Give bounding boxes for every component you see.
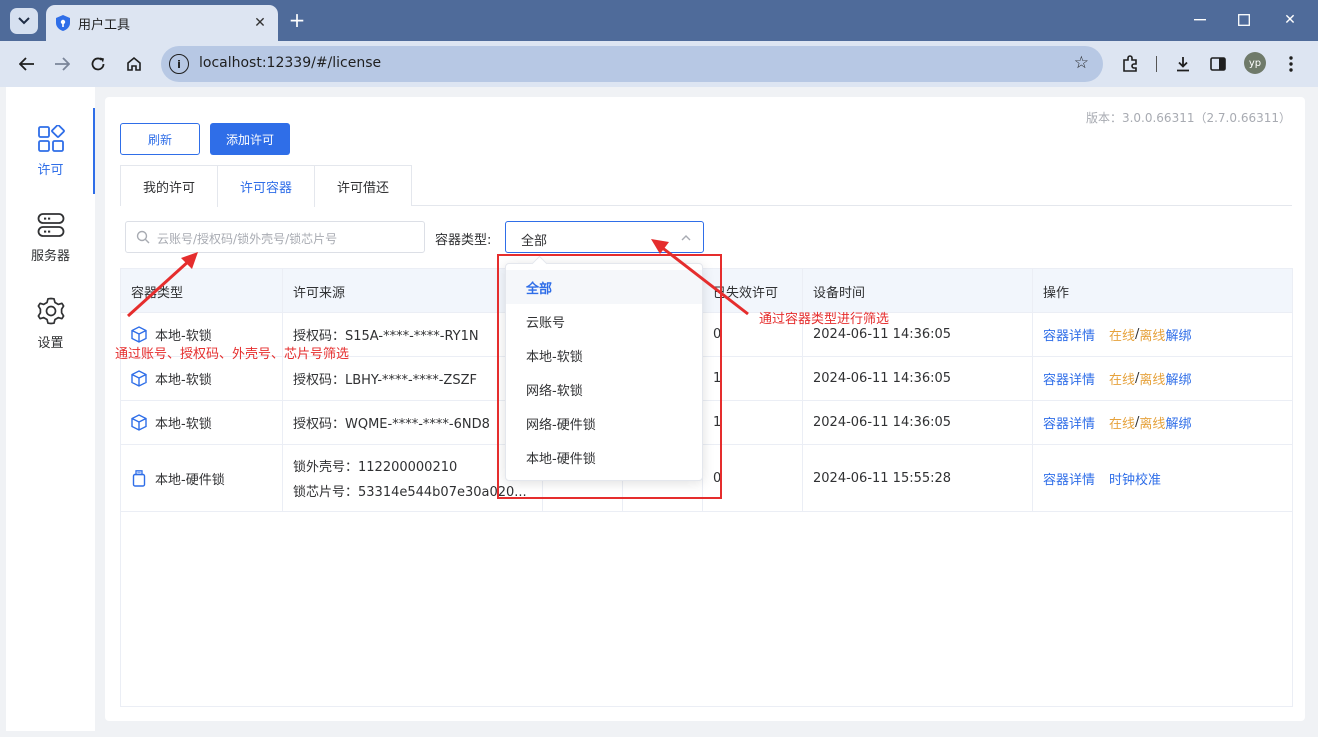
offline-link[interactable]: 离线	[1139, 369, 1165, 388]
unbind-link[interactable]: 解绑	[1165, 325, 1191, 344]
sidebar-item-license[interactable]: 许可	[6, 108, 95, 194]
clock-calibrate-link[interactable]: 时钟校准	[1109, 469, 1161, 488]
column-header-time: 设备时间	[803, 269, 1033, 313]
search-icon	[136, 230, 150, 244]
annotation-search-note: 通过账号、授权码、外壳号、芯片号筛选	[115, 347, 350, 362]
profile-avatar[interactable]: yp	[1244, 52, 1266, 74]
browser-tab-bar: 用户工具 ✕ + ✕	[0, 0, 1318, 41]
tab-license-borrow[interactable]: 许可借还	[314, 165, 412, 206]
online-link[interactable]: 在线	[1109, 325, 1135, 344]
container-type-label: 容器类型:	[435, 233, 492, 248]
type-text: 本地-软锁	[155, 417, 212, 432]
home-icon[interactable]	[122, 52, 146, 76]
shell-number-text: 锁外壳号：112200000210	[293, 460, 458, 475]
container-detail-link[interactable]: 容器详情	[1043, 469, 1095, 488]
gear-icon	[37, 297, 64, 324]
kebab-menu-icon[interactable]	[1279, 52, 1303, 76]
sidebar-item-label: 服务器	[30, 248, 70, 264]
version-text: 版本：3.0.0.66311（2.7.0.66311）	[1085, 111, 1291, 125]
tab-bar: 我的许可 许可容器 许可借还	[120, 165, 1292, 207]
sidebar-item-server[interactable]: 服务器	[6, 194, 95, 280]
usb-key-icon	[132, 469, 146, 487]
side-panel-icon[interactable]	[1206, 52, 1230, 76]
close-icon[interactable]: ✕	[250, 13, 270, 33]
cell-time: 2024-06-11 14:36:05	[803, 357, 1033, 400]
container-detail-link[interactable]: 容器详情	[1043, 413, 1095, 432]
cell-time: 2024-06-11 15:55:28	[803, 445, 1033, 511]
cell-type: 本地-硬件锁	[121, 445, 283, 511]
search-input[interactable]: 云账号/授权码/锁外壳号/锁芯片号	[125, 221, 425, 253]
sidebar-item-settings[interactable]: 设置	[6, 280, 95, 366]
sidebar-item-label: 许可	[37, 162, 64, 178]
chevron-down-icon	[18, 17, 30, 25]
site-info-icon[interactable]: i	[169, 54, 189, 74]
annotation-highlight-box	[497, 254, 722, 499]
container-type-select[interactable]: 全部	[505, 221, 704, 253]
cell-type: 本地-软锁	[121, 357, 283, 400]
browser-tab[interactable]: 用户工具 ✕	[46, 5, 278, 41]
add-license-button[interactable]: 添加许可	[210, 123, 290, 155]
browser-window: 用户工具 ✕ + ✕ i localhost:12339/#/license ☆	[0, 0, 1318, 737]
cube-icon	[131, 414, 147, 431]
browser-toolbar: i localhost:12339/#/license ☆ yp	[0, 41, 1318, 87]
sidebar: 许可 服务器 设置	[6, 87, 95, 731]
address-bar[interactable]: i localhost:12339/#/license ☆	[161, 46, 1103, 82]
apps-icon	[37, 124, 65, 152]
back-arrow-icon[interactable]	[15, 52, 39, 76]
type-text: 本地-软锁	[155, 329, 212, 344]
cell-time: 2024-06-11 14:36:05	[803, 401, 1033, 444]
type-text: 本地-硬件锁	[155, 472, 225, 488]
download-icon[interactable]	[1171, 52, 1195, 76]
forward-arrow-icon[interactable]	[50, 52, 74, 76]
offline-link[interactable]: 离线	[1139, 413, 1165, 432]
shield-icon	[56, 15, 70, 31]
bookmark-star-icon[interactable]: ☆	[1074, 53, 1089, 73]
column-header-type: 容器类型	[121, 269, 283, 313]
cell-ops: 容器详情 在线 / 离线 解绑	[1033, 401, 1292, 444]
cell-ops: 容器详情 在线 / 离线 解绑	[1033, 313, 1292, 356]
address-url: localhost:12339/#/license	[199, 55, 382, 71]
select-value: 全部	[521, 234, 548, 249]
search-placeholder: 云账号/授权码/锁外壳号/锁芯片号	[157, 232, 338, 246]
minimize-icon[interactable]	[1188, 8, 1212, 32]
tab-my-licenses[interactable]: 我的许可	[120, 165, 218, 206]
new-tab-button[interactable]: +	[286, 9, 308, 31]
sidebar-item-label: 设置	[37, 335, 64, 351]
online-link[interactable]: 在线	[1109, 369, 1135, 388]
type-text: 本地-软锁	[155, 373, 212, 388]
reload-icon[interactable]	[86, 52, 110, 76]
extensions-icon[interactable]	[1118, 52, 1142, 76]
offline-link[interactable]: 离线	[1139, 325, 1165, 344]
tab-title: 用户工具	[78, 17, 131, 33]
tab-license-containers[interactable]: 许可容器	[217, 165, 315, 207]
container-detail-link[interactable]: 容器详情	[1043, 369, 1095, 388]
cell-ops: 容器详情 时钟校准	[1033, 445, 1292, 511]
unbind-link[interactable]: 解绑	[1165, 369, 1191, 388]
cell-ops: 容器详情 在线 / 离线 解绑	[1033, 357, 1292, 400]
cube-icon	[131, 370, 147, 387]
column-header-ops: 操作	[1043, 285, 1070, 301]
unbind-link[interactable]: 解绑	[1165, 413, 1191, 432]
maximize-icon[interactable]	[1232, 8, 1256, 32]
cube-icon	[131, 326, 147, 343]
tab-search-button[interactable]	[10, 8, 38, 34]
chip-number-text: 锁芯片号：53314e544b07e30a020...	[293, 485, 527, 500]
container-detail-link[interactable]: 容器详情	[1043, 325, 1095, 344]
online-link[interactable]: 在线	[1109, 413, 1135, 432]
server-icon	[37, 212, 64, 237]
toolbar-divider	[1156, 56, 1157, 72]
window-close-icon[interactable]: ✕	[1278, 8, 1302, 32]
annotation-type-note: 通过容器类型进行筛选	[759, 312, 890, 327]
chevron-up-icon	[681, 235, 691, 241]
refresh-button[interactable]: 刷新	[120, 123, 200, 155]
cell-type: 本地-软锁	[121, 401, 283, 444]
